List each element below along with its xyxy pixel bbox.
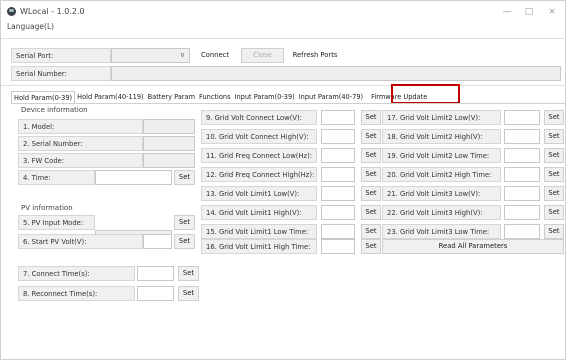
window-title: WLocal - 1.0.2.0	[20, 7, 85, 16]
connect-time-field[interactable]	[137, 266, 174, 281]
param-field[interactable]	[321, 129, 355, 144]
pv-input-mode-label: 5. PV Input Mode:	[18, 215, 95, 230]
param-set-button[interactable]: Set	[544, 186, 564, 201]
chevron-down-icon: ∨	[179, 51, 185, 59]
param-set-button[interactable]: Set	[544, 110, 564, 125]
param-set-button[interactable]: Set	[544, 224, 564, 239]
param-set-button[interactable]: Set	[544, 167, 564, 182]
connect-time-label: 7. Connect Time(s):	[18, 266, 135, 281]
serial-number-device-label: 2. Serial Number:	[18, 136, 143, 151]
serial-number-label: Serial Number:	[11, 66, 111, 81]
param-label: 16. Grid Volt Limit1 High Time:	[201, 239, 317, 254]
param-field[interactable]	[321, 239, 355, 254]
param-field[interactable]	[321, 205, 355, 220]
param-set-button[interactable]: Set	[361, 148, 381, 163]
refresh-ports-button[interactable]: Refresh Ports	[288, 48, 342, 63]
param-label: 13. Grid Volt Limit1 Low(V):	[201, 186, 317, 201]
param-set-button[interactable]: Set	[361, 129, 381, 144]
param-field[interactable]	[504, 129, 540, 144]
param-label: 11. Grid Freq Connect Low(Hz):	[201, 148, 317, 163]
reconnect-time-field[interactable]	[137, 286, 174, 301]
param-set-button[interactable]: Set	[544, 205, 564, 220]
start-pv-volt-label: 6. Start PV Volt(V):	[18, 234, 143, 249]
tab-hold-param-40-119[interactable]: Hold Param(40-119)	[75, 91, 146, 103]
menu-language[interactable]: Language(L)	[7, 22, 54, 31]
param-set-button[interactable]: Set	[361, 186, 381, 201]
param-field[interactable]	[321, 186, 355, 201]
tab-input-param-0-39[interactable]: Input Param(0-39)	[233, 91, 297, 103]
serial-port-select[interactable]: ∨	[111, 48, 190, 63]
divider	[1, 38, 566, 39]
param-set-button[interactable]: Set	[361, 239, 381, 254]
start-pv-volt-set-button[interactable]: Set	[174, 234, 195, 249]
app-logo-icon	[7, 7, 16, 16]
param-field[interactable]	[504, 167, 540, 182]
time-set-button[interactable]: Set	[174, 170, 195, 185]
param-field[interactable]	[321, 148, 355, 163]
reconnect-time-label: 8. Reconnect Time(s):	[18, 286, 135, 301]
param-label: 9. Grid Volt Connect Low(V):	[201, 110, 317, 125]
param-field[interactable]	[504, 205, 540, 220]
param-set-button[interactable]: Set	[361, 205, 381, 220]
param-field[interactable]	[504, 148, 540, 163]
app-window: WLocal - 1.0.2.0 — □ × Language(L) Seria…	[0, 0, 566, 360]
time-field[interactable]	[95, 170, 172, 185]
param-field[interactable]	[321, 110, 355, 125]
tab-functions[interactable]: Functions	[197, 91, 232, 103]
device-info-group-label: Device information	[21, 106, 88, 114]
param-label: 19. Grid Volt Limit2 Low Time:	[382, 148, 501, 163]
firmware-update-highlight	[391, 84, 460, 104]
serial-port-label: Serial Port:	[11, 48, 111, 63]
divider	[1, 85, 566, 86]
read-all-parameters-button[interactable]: Read All Parameters	[382, 239, 564, 254]
param-set-button[interactable]: Set	[544, 129, 564, 144]
start-pv-volt-field[interactable]	[143, 234, 172, 249]
param-field[interactable]	[504, 186, 540, 201]
param-set-button[interactable]: Set	[361, 224, 381, 239]
pv-info-group-label: PV information	[21, 204, 73, 212]
pv-input-mode-set-button[interactable]: Set	[174, 215, 195, 230]
serial-number-field[interactable]	[111, 66, 561, 81]
param-label: 17. Grid Volt Limit2 Low(V):	[382, 110, 501, 125]
fw-code-label: 3. FW Code:	[18, 153, 143, 168]
tab-battery-param[interactable]: Battery Param	[146, 91, 197, 103]
minimize-icon[interactable]: —	[500, 6, 514, 18]
connect-time-set-button[interactable]: Set	[178, 266, 199, 281]
param-set-button[interactable]: Set	[361, 110, 381, 125]
param-label: 15. Grid Volt Limit1 Low Time:	[201, 224, 317, 239]
param-label: 23. Grid Volt Limit3 Low Time:	[382, 224, 501, 239]
tab-input-param-40-79[interactable]: Input Param(40-79)	[297, 91, 365, 103]
tab-hold-param-0-39[interactable]: Hold Param(0-39)	[11, 91, 76, 103]
param-field[interactable]	[321, 224, 355, 239]
close-icon[interactable]: ×	[545, 6, 559, 18]
close-port-button[interactable]: Close	[241, 48, 284, 63]
param-field[interactable]	[321, 167, 355, 182]
param-set-button[interactable]: Set	[361, 167, 381, 182]
tab-bar: Hold Param(0-39) Hold Param(40-119) Batt…	[11, 91, 429, 103]
param-label: 20. Grid Volt Limit2 High Time:	[382, 167, 501, 182]
param-field[interactable]	[504, 224, 540, 239]
param-field[interactable]	[504, 110, 540, 125]
param-label: 14. Grid Volt Limit1 High(V):	[201, 205, 317, 220]
fw-code-field	[143, 153, 195, 168]
maximize-icon[interactable]: □	[522, 6, 536, 18]
param-label: 21. Grid Volt Limit3 Low(V):	[382, 186, 501, 201]
param-label: 18. Grid Volt Limit2 High(V):	[382, 129, 501, 144]
serial-number-device-field	[143, 136, 195, 151]
title-bar: WLocal - 1.0.2.0	[7, 7, 85, 16]
model-field	[143, 119, 195, 134]
param-label: 10. Grid Volt Connect High(V):	[201, 129, 317, 144]
model-label: 1. Model:	[18, 119, 143, 134]
param-label: 22. Grid Volt Limit3 High(V):	[382, 205, 501, 220]
connect-button[interactable]: Connect	[195, 48, 235, 63]
reconnect-time-set-button[interactable]: Set	[178, 286, 199, 301]
param-label: 12. Grid Freq Connect High(Hz):	[201, 167, 317, 182]
param-set-button[interactable]: Set	[544, 148, 564, 163]
time-label: 4. Time:	[18, 170, 95, 185]
